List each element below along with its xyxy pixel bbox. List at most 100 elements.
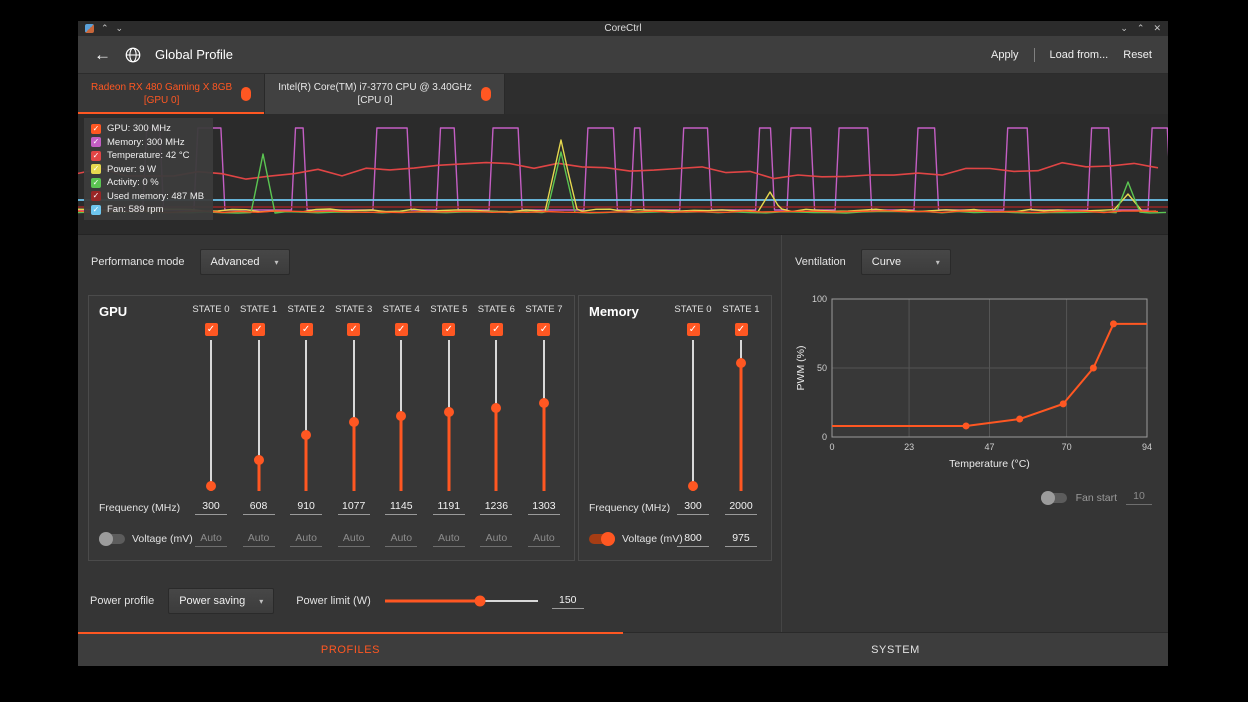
ventilation-dropdown[interactable]: Curve ▾ bbox=[861, 249, 951, 275]
fan-curve-point[interactable] bbox=[963, 422, 970, 429]
fan-curve-point[interactable] bbox=[1060, 400, 1067, 407]
frequency-value[interactable]: 2000 bbox=[725, 500, 757, 515]
slider-handle[interactable] bbox=[349, 417, 359, 427]
legend-checkbox[interactable]: ✓ bbox=[91, 205, 101, 215]
minimize-icon[interactable]: ⌄ bbox=[1120, 24, 1128, 33]
frequency-slider[interactable] bbox=[735, 340, 747, 491]
toolbar-actions: Apply Load from... Reset bbox=[991, 48, 1152, 62]
state-checkbox[interactable]: ✓ bbox=[395, 323, 408, 336]
frequency-value[interactable]: 1236 bbox=[480, 500, 512, 515]
power-profile-dropdown[interactable]: Power saving ▾ bbox=[168, 588, 274, 614]
power-limit-slider[interactable] bbox=[385, 595, 538, 607]
state-checkbox[interactable]: ✓ bbox=[735, 323, 748, 336]
fan-start-toggle[interactable] bbox=[1041, 493, 1067, 503]
frequency-slider[interactable] bbox=[490, 340, 502, 491]
slider-handle[interactable] bbox=[736, 358, 746, 368]
reset-button[interactable]: Reset bbox=[1123, 49, 1152, 61]
legend-checkbox[interactable]: ✓ bbox=[91, 137, 101, 147]
state-checkbox[interactable]: ✓ bbox=[537, 323, 550, 336]
close-icon[interactable]: ✕ bbox=[1153, 24, 1161, 33]
voltage-value-cell: Auto bbox=[385, 524, 417, 554]
x-tick-label: 94 bbox=[1142, 442, 1152, 452]
fan-curve-chart[interactable]: 023477094050100Temperature (°C)PWM (%) bbox=[792, 287, 1154, 493]
voltage-value[interactable]: Auto bbox=[528, 532, 560, 547]
state-checkbox[interactable]: ✓ bbox=[205, 323, 218, 336]
state-label: STATE 2 bbox=[288, 304, 325, 317]
slider-handle[interactable] bbox=[539, 398, 549, 408]
frequency-value[interactable]: 1303 bbox=[528, 500, 560, 515]
performance-mode-dropdown[interactable]: Advanced ▾ bbox=[200, 249, 290, 275]
frequency-value[interactable]: 608 bbox=[243, 500, 275, 515]
frequency-slider[interactable] bbox=[538, 340, 550, 491]
frequency-value[interactable]: 1191 bbox=[433, 500, 465, 515]
slider-handle[interactable] bbox=[444, 407, 454, 417]
state-checkbox[interactable]: ✓ bbox=[300, 323, 313, 336]
tab-profiles[interactable]: PROFILES bbox=[78, 633, 623, 666]
power-limit-value[interactable]: 150 bbox=[552, 594, 584, 609]
voltage-value[interactable]: Auto bbox=[433, 532, 465, 547]
state-checkbox[interactable]: ✓ bbox=[347, 323, 360, 336]
frequency-slider[interactable] bbox=[443, 340, 455, 491]
slider-handle[interactable] bbox=[396, 411, 406, 421]
voltage-value[interactable]: Auto bbox=[385, 532, 417, 547]
gpu-voltage-toggle[interactable] bbox=[99, 534, 125, 544]
frequency-value[interactable]: 1077 bbox=[338, 500, 370, 515]
voltage-value[interactable]: 975 bbox=[725, 532, 757, 547]
performance-mode-label: Performance mode bbox=[91, 256, 185, 268]
power-limit-slider-handle[interactable] bbox=[474, 596, 485, 607]
apply-button[interactable]: Apply bbox=[991, 49, 1019, 61]
back-button[interactable]: ← bbox=[94, 46, 111, 63]
slider-handle[interactable] bbox=[254, 455, 264, 465]
titlebar[interactable]: ⌃ ⌄ CoreCtrl ⌄ ⌃ ✕ bbox=[78, 21, 1168, 36]
chevron-up-icon[interactable]: ⌃ bbox=[101, 24, 109, 33]
frequency-slider[interactable] bbox=[687, 340, 699, 491]
maximize-icon[interactable]: ⌃ bbox=[1137, 24, 1145, 33]
frequency-value-cell: 1145 bbox=[385, 491, 417, 524]
chevron-down-icon[interactable]: ⌄ bbox=[116, 24, 124, 33]
voltage-value[interactable]: Auto bbox=[338, 532, 370, 547]
voltage-value-cell: Auto bbox=[290, 524, 322, 554]
frequency-slider[interactable] bbox=[395, 340, 407, 491]
frequency-slider[interactable] bbox=[348, 340, 360, 491]
fan-curve-point[interactable] bbox=[1016, 416, 1023, 423]
legend-checkbox[interactable]: ✓ bbox=[91, 124, 101, 134]
legend-checkbox[interactable]: ✓ bbox=[91, 151, 101, 161]
state-label: STATE 1 bbox=[722, 304, 759, 317]
slider-handle[interactable] bbox=[301, 430, 311, 440]
slider-fill bbox=[740, 363, 743, 491]
state-checkbox[interactable]: ✓ bbox=[687, 323, 700, 336]
fan-curve-point[interactable] bbox=[1110, 320, 1117, 327]
power-profile-value: Power saving bbox=[179, 595, 245, 607]
frequency-slider[interactable] bbox=[253, 340, 265, 491]
fan-curve-point[interactable] bbox=[1090, 365, 1097, 372]
state-checkbox[interactable]: ✓ bbox=[490, 323, 503, 336]
legend-checkbox[interactable]: ✓ bbox=[91, 178, 101, 188]
frequency-value[interactable]: 1145 bbox=[385, 500, 417, 515]
load-from-button[interactable]: Load from... bbox=[1050, 49, 1109, 61]
voltage-value[interactable]: Auto bbox=[243, 532, 275, 547]
frequency-value[interactable]: 300 bbox=[677, 500, 709, 515]
slider-handle[interactable] bbox=[491, 403, 501, 413]
voltage-value[interactable]: 800 bbox=[677, 532, 709, 547]
slider-handle[interactable] bbox=[688, 481, 698, 491]
device-tab-cpu0[interactable]: Intel(R) Core(TM) i7-3770 CPU @ 3.40GHz[… bbox=[265, 74, 505, 114]
memory-voltage-toggle[interactable] bbox=[589, 534, 615, 544]
frequency-value[interactable]: 910 bbox=[290, 500, 322, 515]
voltage-value[interactable]: Auto bbox=[480, 532, 512, 547]
slider-handle[interactable] bbox=[206, 481, 216, 491]
frequency-slider[interactable] bbox=[300, 340, 312, 491]
fan-start-value[interactable]: 10 bbox=[1126, 490, 1152, 505]
device-tab-gpu0[interactable]: Radeon RX 480 Gaming X 8GB[GPU 0] bbox=[78, 74, 265, 114]
voltage-value[interactable]: Auto bbox=[195, 532, 227, 547]
monitor-series-line bbox=[78, 152, 1166, 213]
voltage-value[interactable]: Auto bbox=[290, 532, 322, 547]
tab-system[interactable]: SYSTEM bbox=[623, 633, 1168, 666]
state-checkbox[interactable]: ✓ bbox=[442, 323, 455, 336]
legend-checkbox[interactable]: ✓ bbox=[91, 164, 101, 174]
power-limit-label: Power limit (W) bbox=[296, 595, 371, 607]
x-tick-label: 23 bbox=[904, 442, 914, 452]
frequency-value[interactable]: 300 bbox=[195, 500, 227, 515]
legend-checkbox[interactable]: ✓ bbox=[91, 191, 101, 201]
state-checkbox[interactable]: ✓ bbox=[252, 323, 265, 336]
frequency-slider[interactable] bbox=[205, 340, 217, 491]
